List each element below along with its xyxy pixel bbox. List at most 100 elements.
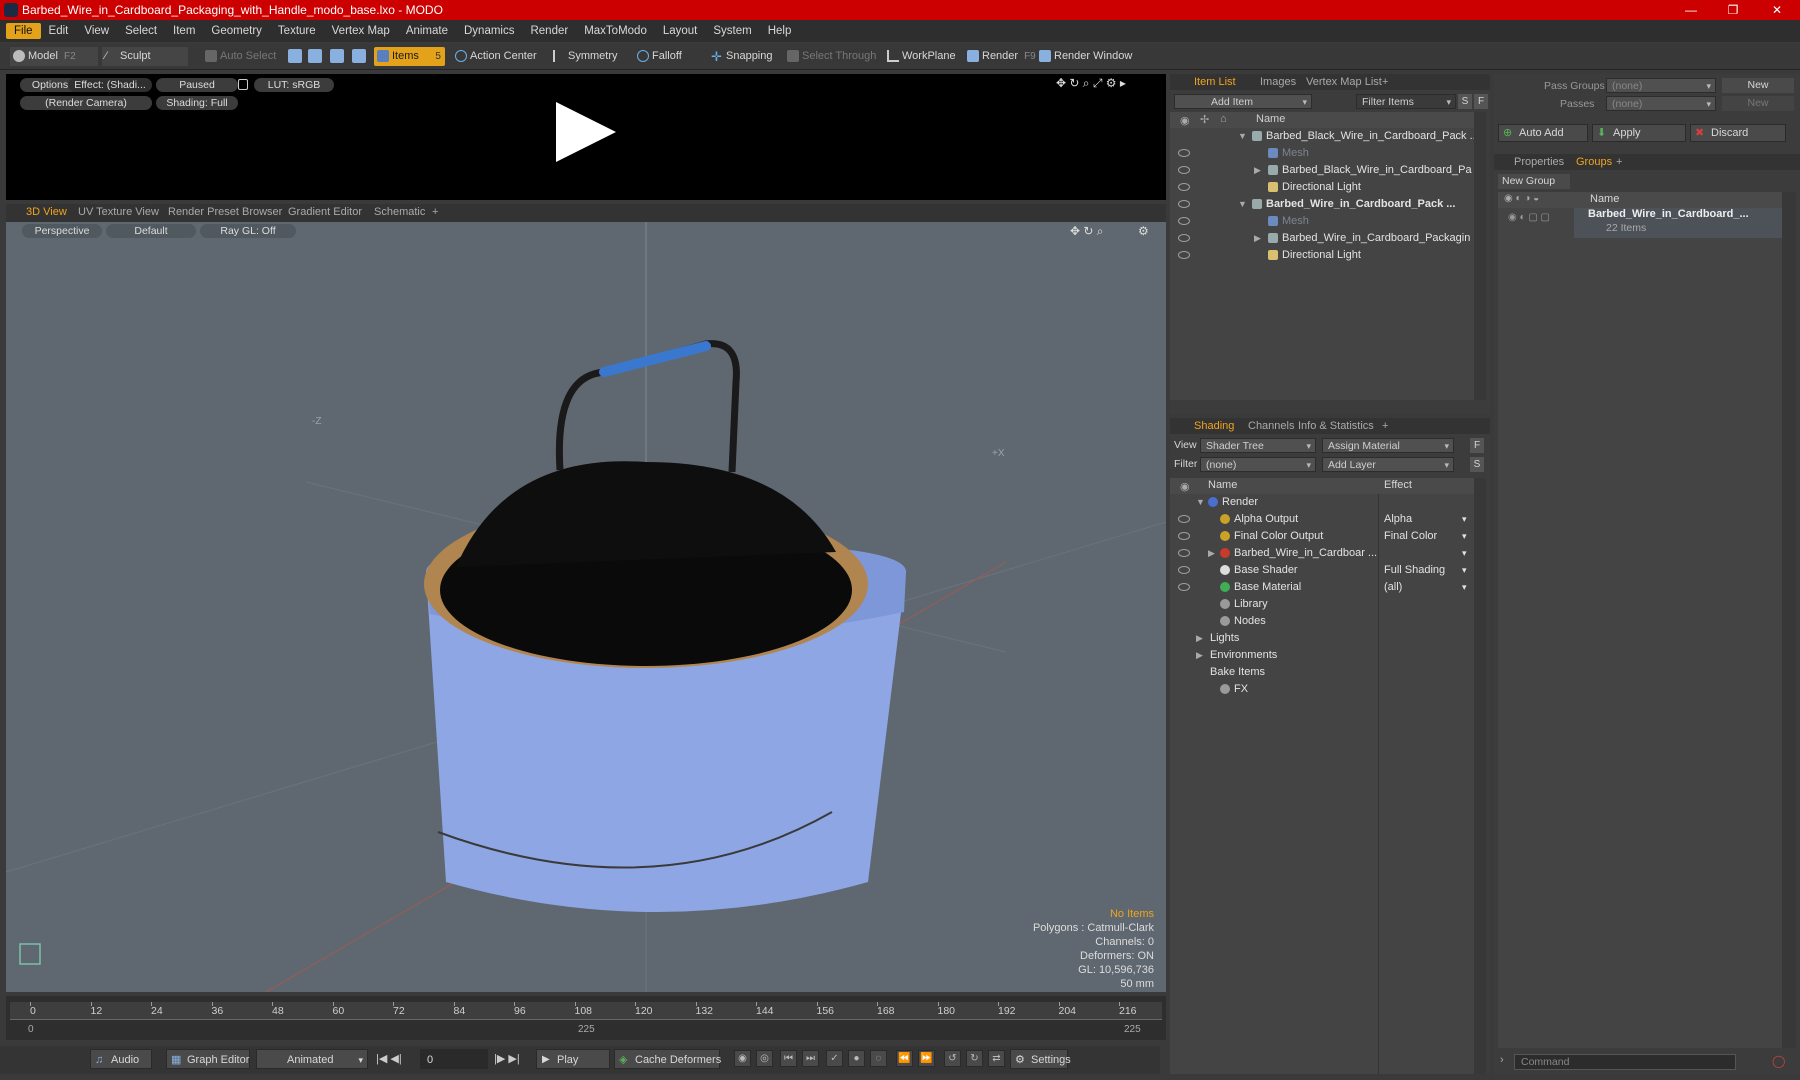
menu-file[interactable]: File	[6, 23, 41, 39]
item-row[interactable]: ▶ Barbed_Black_Wire_in_Cardboard_Pa ...	[1170, 162, 1474, 179]
snapping-button[interactable]: ✛ Snapping	[708, 47, 773, 66]
expand-down-icon[interactable]: ▼	[1238, 196, 1247, 213]
timeline[interactable]: 0 12 24 36 48 60 72 84 96 108 120 132 144 156 168 180 19…	[6, 996, 1166, 1040]
shader-row[interactable]: ▶ Environments	[1170, 647, 1474, 664]
shader-row[interactable]: Base Shader Full Shading ▾	[1170, 562, 1474, 579]
group-row-icons[interactable]: ◉ ◐ ▢ ▢	[1508, 212, 1550, 223]
sync-icon[interactable]: ⇄	[988, 1050, 1005, 1067]
command-stop-icon[interactable]: ◯	[1772, 1054, 1785, 1068]
shader-effect-value[interactable]: Full Shading	[1384, 562, 1445, 579]
item-row[interactable]: ▼ Barbed_Black_Wire_in_Cardboard_Pack ...	[1170, 128, 1474, 145]
tab-schematic[interactable]: Schematic	[368, 204, 431, 220]
add-item-dropdown[interactable]: Add Item	[1174, 94, 1312, 110]
visibility-eye-icon[interactable]	[1178, 583, 1190, 591]
menu-dynamics[interactable]: Dynamics	[456, 23, 522, 39]
view-dropdown[interactable]: Shader Tree	[1200, 438, 1316, 454]
filter-s-button[interactable]: S	[1458, 94, 1472, 109]
item-row[interactable]: ▼ Barbed_Wire_in_Cardboard_Pack ...	[1170, 196, 1474, 213]
new-group-button[interactable]: New Group	[1498, 174, 1570, 189]
menu-vertex-map[interactable]: Vertex Map	[324, 23, 398, 39]
maximize-button[interactable]: ❐	[1710, 0, 1756, 20]
model-mode-button[interactable]: Model F2	[10, 47, 98, 66]
group-row[interactable]: Barbed_Wire_in_Cardboard_... 22 Items	[1574, 208, 1782, 238]
menu-select[interactable]: Select	[117, 23, 165, 39]
menu-view[interactable]: View	[76, 23, 117, 39]
visibility-eye-icon[interactable]	[1178, 183, 1190, 191]
falloff-button[interactable]: Falloff	[634, 47, 682, 66]
key-filter-icon[interactable]: ◌	[870, 1050, 887, 1067]
transport-next-icons[interactable]: |▶ ▶|	[494, 1052, 520, 1065]
preview-nav-icons[interactable]: ✥ ↻ ⌕ ⤢ ⚙ ▸	[1056, 76, 1126, 91]
render-button[interactable]: Render F9	[964, 47, 1036, 66]
preview-paused-button[interactable]: Paused	[156, 78, 238, 92]
add-tab-button[interactable]: +	[426, 204, 444, 220]
preview-shading-dropdown[interactable]: Shading: Full	[156, 96, 238, 110]
expand-right-icon[interactable]: ▶	[1254, 162, 1261, 179]
edges-mode-icon[interactable]	[308, 49, 322, 63]
prev-key-icon[interactable]: ⏮	[780, 1050, 797, 1067]
minimize-button[interactable]: —	[1668, 0, 1714, 20]
expand-down-icon[interactable]: ▼	[1196, 494, 1205, 511]
shading-f-button[interactable]: F	[1470, 438, 1484, 453]
chevron-down-icon[interactable]: ▾	[1462, 579, 1467, 596]
visibility-eye-icon[interactable]	[1178, 251, 1190, 259]
shader-row[interactable]: Alpha Output Alpha ▾	[1170, 511, 1474, 528]
render-window-button[interactable]: Render Window	[1036, 47, 1132, 66]
menu-maxtomodo[interactable]: MaxToModo	[576, 23, 655, 39]
tab-gradient-editor[interactable]: Gradient Editor	[282, 204, 368, 220]
item-row[interactable]: Directional Light	[1170, 179, 1474, 196]
visibility-eye-icon[interactable]	[1178, 532, 1190, 540]
action-center-button[interactable]: Action Center	[452, 47, 537, 66]
transport-prev-icons[interactable]: |◀ ◀|	[376, 1052, 402, 1065]
items-mode-button[interactable]: Items 5	[374, 47, 445, 66]
shader-row[interactable]: FX	[1170, 681, 1474, 698]
chevron-down-icon[interactable]: ▾	[1462, 545, 1467, 562]
groups-scrollbar[interactable]	[1782, 192, 1796, 1048]
chevron-down-icon[interactable]: ▾	[1462, 511, 1467, 528]
vertices-mode-icon[interactable]	[288, 49, 302, 63]
apply-button[interactable]: ⬇ Apply	[1592, 124, 1686, 142]
expand-right-icon[interactable]: ▶	[1254, 230, 1261, 247]
filter-f-button[interactable]: F	[1474, 94, 1488, 109]
chevron-down-icon[interactable]: ▾	[1462, 528, 1467, 545]
loop-icon[interactable]: ↺	[944, 1050, 961, 1067]
visibility-eye-icon[interactable]	[1178, 234, 1190, 242]
visibility-eye-icon[interactable]	[1178, 200, 1190, 208]
visibility-eye-icon[interactable]	[1178, 549, 1190, 557]
discard-button[interactable]: ✖ Discard	[1690, 124, 1786, 142]
command-input[interactable]: Command	[1514, 1054, 1736, 1070]
item-row[interactable]: Mesh	[1170, 145, 1474, 162]
auto-add-button[interactable]: ⊕ Auto Add	[1498, 124, 1588, 142]
menu-texture[interactable]: Texture	[270, 23, 324, 39]
tab-properties[interactable]: Properties	[1508, 154, 1570, 170]
animated-dropdown[interactable]: Animated ▾	[256, 1049, 368, 1069]
shader-effect-value[interactable]: Alpha	[1384, 511, 1412, 528]
shader-row[interactable]: Base Material (all) ▾	[1170, 579, 1474, 596]
next-key-icon[interactable]: ⏭	[802, 1050, 819, 1067]
item-list-scrollbar[interactable]	[1474, 112, 1486, 400]
tab-images[interactable]: Images	[1254, 74, 1302, 90]
shader-row[interactable]: Final Color Output Final Color ▾	[1170, 528, 1474, 545]
assign-material-dropdown[interactable]: Assign Material	[1322, 438, 1454, 454]
audio-button[interactable]: ♫ Audio	[90, 1049, 152, 1069]
key-set-icon[interactable]: ✓	[826, 1050, 843, 1067]
new-pass-button[interactable]: New	[1722, 96, 1794, 111]
tab-shading[interactable]: Shading	[1188, 418, 1240, 434]
expand-right-icon[interactable]: ▶	[1196, 630, 1203, 647]
visibility-eye-icon[interactable]	[1178, 566, 1190, 574]
menu-geometry[interactable]: Geometry	[203, 23, 270, 39]
menu-layout[interactable]: Layout	[655, 23, 706, 39]
shader-row[interactable]: Nodes	[1170, 613, 1474, 630]
preview-lut-dropdown[interactable]: LUT: sRGB	[254, 78, 334, 92]
workplane-button[interactable]: WorkPlane	[884, 47, 956, 66]
shader-row[interactable]: ▶ Lights	[1170, 630, 1474, 647]
shader-row[interactable]: ▶ Barbed_Wire_in_Cardboar ... ▾	[1170, 545, 1474, 562]
tab-add[interactable]: +	[1610, 154, 1628, 170]
autokey-icon[interactable]: ◎	[756, 1050, 773, 1067]
tab-item-list[interactable]: Item List	[1188, 74, 1242, 90]
cache-deformers-button[interactable]: ◈ Cache Deformers	[614, 1049, 721, 1069]
tab-info-statistics[interactable]: Info & Statistics	[1292, 418, 1380, 434]
shader-tree-scrollbar[interactable]	[1474, 478, 1486, 1074]
tab-render-preset-browser[interactable]: Render Preset Browser	[162, 204, 288, 220]
menu-system[interactable]: System	[705, 23, 759, 39]
